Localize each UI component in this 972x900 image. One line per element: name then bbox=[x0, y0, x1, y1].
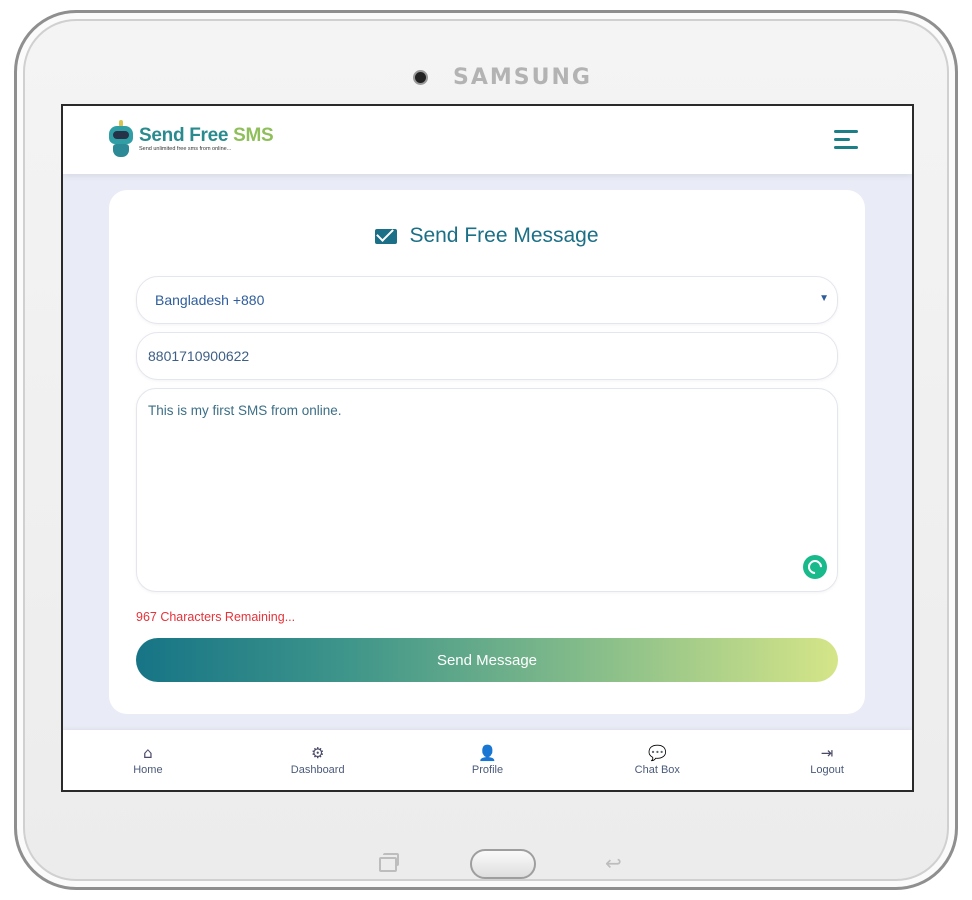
recent-apps-icon[interactable] bbox=[379, 853, 399, 872]
chat-icon: 💬 bbox=[647, 744, 667, 762]
message-text: This is my first SMS from online. bbox=[148, 403, 342, 418]
nav-item-profile[interactable]: 👤 Profile bbox=[427, 744, 547, 776]
nav-label-logout: Logout bbox=[810, 764, 844, 776]
screen: Send Free SMS Send unlimited free sms fr… bbox=[61, 104, 914, 792]
card-title-text: Send Free Message bbox=[409, 224, 599, 247]
phone-number-value: 8801710900622 bbox=[148, 348, 250, 364]
user-icon: 👤 bbox=[478, 744, 497, 762]
hamburger-menu-icon[interactable] bbox=[834, 130, 860, 150]
nav-label-profile: Profile bbox=[471, 764, 504, 776]
logo-title: Send Free SMS bbox=[139, 124, 274, 146]
device-brand: SAMSUNG bbox=[453, 65, 592, 90]
logout-icon: ⇥ bbox=[820, 744, 834, 762]
nav-item-chat-box[interactable]: 💬 Chat Box bbox=[597, 744, 717, 776]
robot-logo-icon bbox=[107, 120, 135, 158]
envelope-icon bbox=[375, 228, 398, 244]
back-icon[interactable]: ↩ bbox=[605, 851, 622, 875]
camera-icon bbox=[415, 72, 426, 83]
logo-title-send-free: Send Free bbox=[139, 124, 234, 146]
send-message-card: Send Free Message Bangladesh +880 ▼ 8801… bbox=[109, 190, 865, 714]
nav-item-home[interactable]: ⌂ Home bbox=[88, 744, 208, 776]
bottom-nav: ⌂ Home ⚙ Dashboard 👤 Profile 💬 Chat Box … bbox=[63, 730, 912, 790]
phone-number-input[interactable]: 8801710900622 bbox=[136, 332, 838, 380]
nav-item-dashboard[interactable]: ⚙ Dashboard bbox=[258, 744, 378, 776]
logo[interactable]: Send Free SMS Send unlimited free sms fr… bbox=[107, 120, 274, 158]
grammarly-icon[interactable] bbox=[803, 555, 827, 579]
nav-label-home: Home bbox=[133, 764, 163, 776]
home-icon: ⌂ bbox=[143, 744, 153, 762]
nav-label-chat-box: Chat Box bbox=[634, 764, 680, 776]
country-select[interactable]: Bangladesh +880 ▼ bbox=[136, 276, 838, 324]
app-header: Send Free SMS Send unlimited free sms fr… bbox=[63, 106, 912, 174]
message-textarea[interactable]: This is my first SMS from online. bbox=[136, 388, 838, 592]
home-hardware-button[interactable] bbox=[470, 849, 536, 879]
logo-tagline: Send unlimited free sms from online... bbox=[139, 145, 232, 152]
cogs-icon: ⚙ bbox=[310, 744, 325, 762]
chevron-down-icon: ▼ bbox=[819, 293, 829, 304]
country-select-value: Bangladesh +880 bbox=[155, 292, 265, 308]
nav-item-logout[interactable]: ⇥ Logout bbox=[767, 744, 887, 776]
characters-remaining: 967 Characters Remaining... bbox=[136, 610, 296, 624]
card-title: Send Free Message bbox=[109, 224, 865, 248]
send-message-button[interactable]: Send Message bbox=[136, 638, 838, 682]
logo-title-sms: SMS bbox=[233, 124, 274, 146]
nav-label-dashboard: Dashboard bbox=[290, 764, 345, 776]
